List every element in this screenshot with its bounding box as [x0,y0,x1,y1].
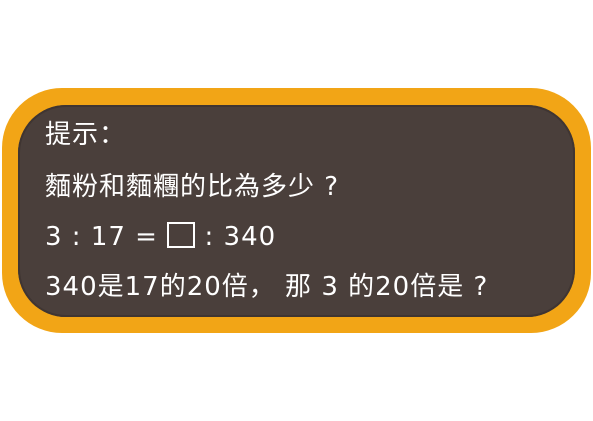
equation-right: : 340 [195,222,277,252]
blank-answer-box [167,222,196,248]
hint-reasoning: 340是17的20倍， 那 3 的20倍是 ? [45,272,489,302]
hint-question: 麵粉和麵糰的比為多少 ? [45,172,340,202]
equation-left: 3 : 17 = [45,222,168,252]
ratio-equation: 3 : 17 = : 340 [45,222,276,252]
hint-title: 提示： [45,120,127,150]
hint-card-stage: 提示： 麵粉和麵糰的比為多少 ? 3 : 17 = : 340 340是17的2… [0,0,593,421]
